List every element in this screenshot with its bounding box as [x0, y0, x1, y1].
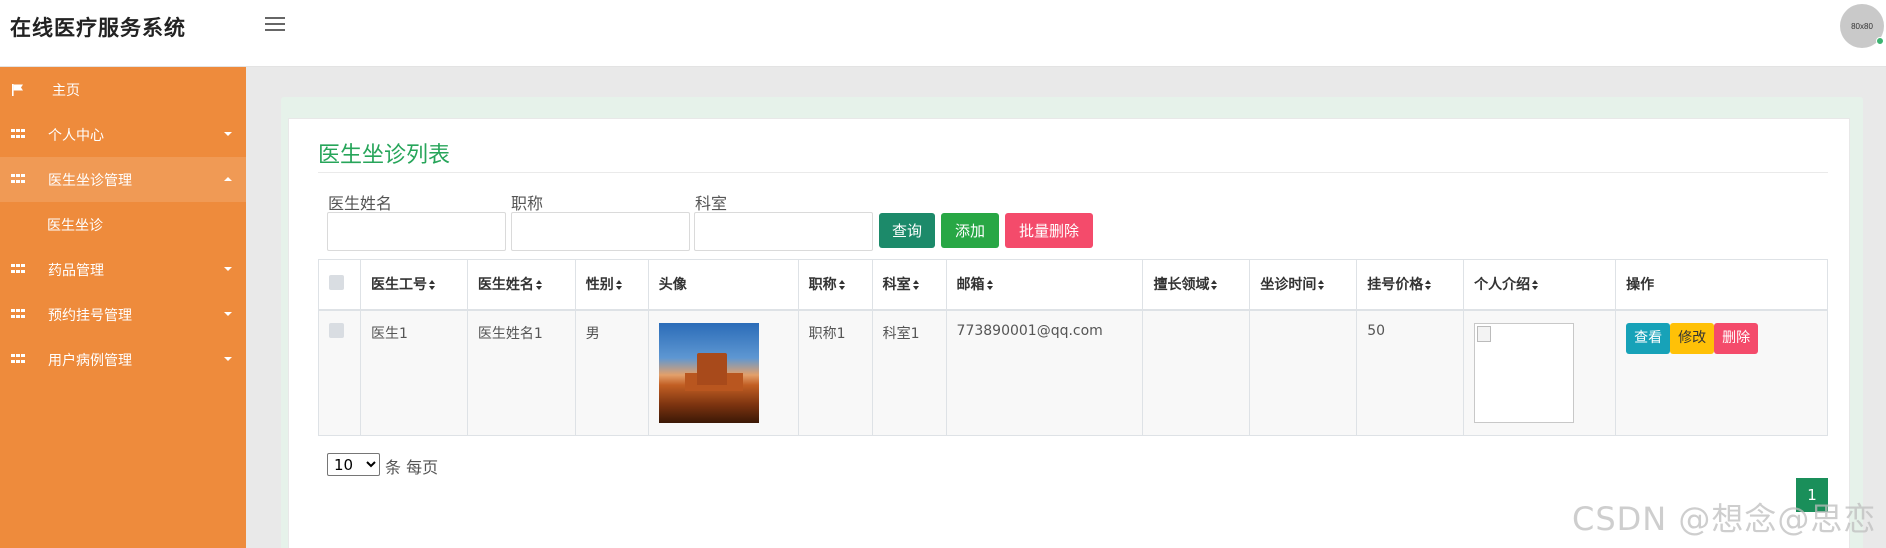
cell-price: 50 — [1356, 309, 1465, 436]
title-label: 职称 — [511, 194, 544, 213]
sidebar-item-doctor-schedule-management[interactable]: 医生坐诊管理 — [0, 157, 246, 202]
grid-icon — [11, 308, 25, 321]
grid-icon — [11, 173, 25, 186]
chevron-down-icon — [224, 312, 232, 316]
page-size-label: 条 每页 — [385, 458, 439, 477]
row-select-cell[interactable] — [318, 309, 361, 436]
select-all-checkbox[interactable] — [329, 274, 344, 290]
sort-icon[interactable] — [838, 280, 846, 291]
flag-icon — [12, 83, 23, 96]
query-button[interactable]: 查询 — [879, 213, 935, 248]
add-button[interactable]: 添加 — [941, 213, 999, 248]
sidebar-item-medicine-management[interactable]: 药品管理 — [0, 247, 246, 292]
broken-image-icon — [1477, 325, 1492, 342]
column-header[interactable]: 职称 — [797, 259, 873, 310]
sidebar-item-appointment-management[interactable]: 预约挂号管理 — [0, 292, 246, 337]
cell-email: 773890001@qq.com — [945, 309, 1144, 436]
intro-image — [1474, 322, 1575, 423]
column-header: 操作 — [1615, 259, 1828, 310]
sort-icon[interactable] — [428, 280, 436, 291]
column-header[interactable]: 擅长领域 — [1142, 259, 1251, 310]
sort-icon[interactable] — [1318, 280, 1325, 291]
sidebar-item-label: 预约挂号管理 — [48, 307, 132, 324]
grid-icon — [11, 128, 25, 141]
column-header[interactable]: 医生工号 — [359, 259, 468, 310]
page-title: 医生坐诊列表 — [318, 143, 451, 168]
chevron-down-icon — [224, 357, 232, 361]
select-all-cell[interactable] — [318, 259, 361, 310]
column-header[interactable]: 性别 — [574, 259, 649, 310]
sort-icon[interactable] — [1211, 280, 1218, 291]
title-divider — [318, 172, 1828, 173]
cell-intro — [1463, 309, 1617, 436]
chevron-down-icon — [224, 132, 232, 136]
cell-specialty — [1142, 309, 1251, 436]
chevron-down-icon — [224, 267, 232, 271]
view-button[interactable]: 查看 — [1626, 322, 1671, 354]
cell-title: 职称1 — [797, 309, 873, 436]
chevron-up-icon — [224, 177, 232, 181]
column-header[interactable]: 个人介绍 — [1463, 259, 1617, 310]
sort-icon[interactable] — [1425, 280, 1432, 291]
column-header[interactable]: 医生姓名 — [466, 259, 576, 310]
sidebar-item-label: 药品管理 — [48, 262, 104, 279]
doctor-name-label: 医生姓名 — [328, 194, 393, 213]
cell-gender: 男 — [574, 309, 649, 436]
column-header[interactable]: 邮箱 — [945, 259, 1144, 310]
batch-delete-button[interactable]: 批量删除 — [1005, 213, 1093, 248]
doctor-schedule-table: 医生工号 医生姓名 性别 头像 职称 科室 邮箱 擅长领域 坐诊时间 挂号价格 … — [318, 259, 1828, 436]
watermark: CSDN @想念@思恋 — [1572, 500, 1877, 538]
grid-icon — [11, 353, 25, 366]
sidebar-item-label: 医生坐诊管理 — [48, 172, 132, 189]
column-header[interactable]: 坐诊时间 — [1249, 259, 1358, 310]
delete-button[interactable]: 删除 — [1714, 322, 1759, 354]
department-input[interactable] — [694, 212, 873, 251]
table-row: 医生1 医生姓名1 男 职称1 科室1 773890001@qq.com 50 … — [318, 309, 1828, 436]
sort-icon[interactable] — [535, 280, 543, 291]
cell-schedule — [1249, 309, 1358, 436]
sidebar-item-home[interactable]: 主页 — [0, 67, 246, 112]
sort-icon[interactable] — [912, 280, 920, 291]
sidebar-item-personal-center[interactable]: 个人中心 — [0, 112, 246, 157]
edit-button[interactable]: 修改 — [1670, 322, 1715, 354]
column-header: 头像 — [647, 259, 799, 310]
cell-department: 科室1 — [871, 309, 947, 436]
sidebar-item-patient-case-management[interactable]: 用户病例管理 — [0, 337, 246, 382]
sidebar-item-label: 主页 — [52, 82, 80, 99]
sort-icon[interactable] — [986, 280, 994, 291]
top-header: 在线医疗服务系统 80x80 — [0, 0, 1886, 67]
app-title: 在线医疗服务系统 — [10, 16, 186, 40]
cell-avatar — [647, 309, 799, 436]
cell-actions: 查看 修改 删除 — [1615, 309, 1828, 436]
cell-doctor-id: 医生1 — [359, 309, 468, 436]
sidebar-item-label: 用户病例管理 — [48, 352, 132, 369]
column-header[interactable]: 挂号价格 — [1356, 259, 1465, 310]
sort-icon[interactable] — [615, 280, 623, 291]
grid-icon — [11, 263, 25, 276]
page-size-select[interactable]: 10 — [327, 453, 380, 476]
sidebar: 主页 个人中心 医生坐诊管理 医生坐诊 药品管理 预约挂号管理 用户病例管理 — [0, 67, 246, 548]
sidebar-subitem-doctor-schedule[interactable]: 医生坐诊 — [0, 202, 246, 247]
sort-icon[interactable] — [1532, 280, 1539, 291]
online-status-dot — [1876, 37, 1884, 45]
doctor-photo — [658, 322, 759, 423]
sidebar-item-label: 个人中心 — [48, 127, 104, 144]
column-header[interactable]: 科室 — [871, 259, 947, 310]
table-header-row: 医生工号 医生姓名 性别 头像 职称 科室 邮箱 擅长领域 坐诊时间 挂号价格 … — [318, 259, 1828, 310]
menu-toggle-icon[interactable] — [265, 17, 285, 33]
title-input[interactable] — [511, 212, 690, 251]
department-label: 科室 — [695, 194, 728, 213]
doctor-name-input[interactable] — [327, 212, 506, 251]
cell-doctor-name: 医生姓名1 — [466, 309, 576, 436]
row-checkbox[interactable] — [329, 322, 344, 338]
